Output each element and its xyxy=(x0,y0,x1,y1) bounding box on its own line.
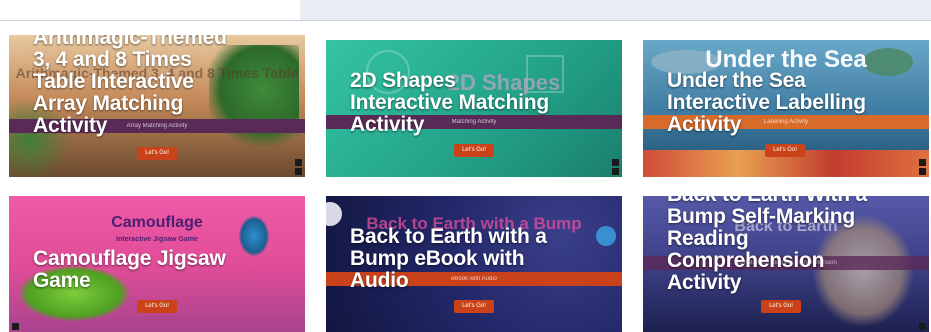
resource-card-back-to-earth-comprehension[interactable]: Back to Earth Self-Marking Reading Compr… xyxy=(643,196,929,332)
card-title[interactable]: Under the Sea Interactive Labelling Acti… xyxy=(667,70,921,136)
resource-card-2d-shapes[interactable]: 2D Shapes Matching Activity Let's Go! 2D… xyxy=(326,40,622,177)
lets-go-button[interactable]: Let's Go! xyxy=(137,147,177,160)
corner-icons xyxy=(612,157,620,175)
resource-card-camouflage[interactable]: Camouflage Interactive Jigsaw Game Let's… xyxy=(9,196,305,332)
card-title[interactable]: Arithmagic-Themed 3, 4 and 8 Times Table… xyxy=(33,35,297,137)
corner-icons xyxy=(919,157,927,175)
resource-card-arithmagic[interactable]: Arithmagic-Themed 3, 4 and 8 Times Table… xyxy=(9,35,305,177)
lets-go-button[interactable]: Let's Go! xyxy=(765,144,805,157)
lets-go-button[interactable]: Let's Go! xyxy=(454,144,494,157)
thumbnail-subtitle: Interactive Jigsaw Game xyxy=(116,236,198,243)
top-toolbar xyxy=(0,0,931,21)
corner-icons xyxy=(12,321,20,330)
toolbar-tab xyxy=(0,0,300,20)
thumbnail-heading: Camouflage xyxy=(111,214,203,231)
resource-card-back-to-earth-ebook[interactable]: Back to Earth with a Bump eBook with Aud… xyxy=(326,196,622,332)
card-title[interactable]: 2D Shapes Interactive Matching Activity xyxy=(350,70,614,136)
card-title[interactable]: Camouflage Jigsaw Game xyxy=(33,248,297,292)
resource-card-under-the-sea[interactable]: Under the Sea Labelling Activity Let's G… xyxy=(643,40,929,177)
card-title[interactable]: Back to Earth with a Bump eBook with Aud… xyxy=(350,226,614,292)
card-title[interactable]: Back to Earth With a Bump Self-Marking R… xyxy=(667,196,921,294)
lets-go-button[interactable]: Let's Go! xyxy=(454,300,494,313)
corner-icons xyxy=(919,321,927,330)
lets-go-button[interactable]: Let's Go! xyxy=(761,300,801,313)
corner-icons xyxy=(295,157,303,175)
lets-go-button[interactable]: Let's Go! xyxy=(137,300,177,313)
